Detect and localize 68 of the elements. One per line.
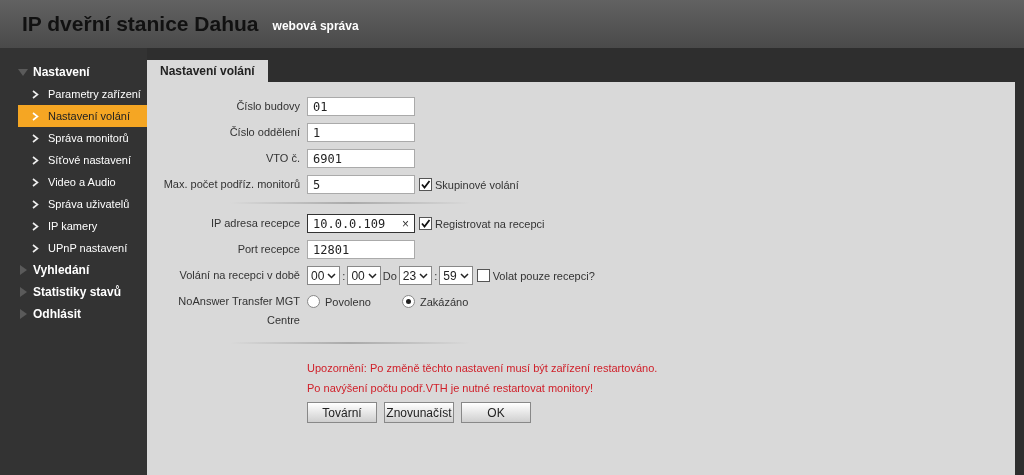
- chevron-icon: [32, 89, 39, 99]
- triangle-icon: [18, 67, 28, 77]
- sidebar-item[interactable]: Správa monitorů: [18, 127, 147, 149]
- separator-text: :: [342, 269, 346, 282]
- field-label: Port recepce: [236, 242, 300, 257]
- checkbox[interactable]: [419, 178, 432, 191]
- triangle-icon: [18, 287, 28, 297]
- field-label: Max. počet podříz. monitorů: [162, 177, 300, 192]
- sidebar-item[interactable]: Statistiky stavů: [18, 281, 147, 303]
- select-field[interactable]: 00: [307, 266, 341, 285]
- sidebar-item[interactable]: Nastavení volání: [18, 105, 147, 127]
- sidebar-item[interactable]: Síťové nastavení: [18, 149, 147, 171]
- input-field[interactable]: 1: [307, 123, 415, 142]
- sidebar-item[interactable]: Parametry zařízení: [18, 83, 147, 105]
- app-subtitle: webová správa: [272, 19, 359, 33]
- input-field[interactable]: 10.0.0.109 ×: [307, 214, 415, 233]
- field-label: Číslo oddělení: [228, 125, 300, 140]
- chevron-icon: [32, 155, 39, 165]
- checkbox-label: Registrovat na recepci: [435, 217, 545, 230]
- radio-button[interactable]: [307, 295, 320, 308]
- checkbox-label: Skupinové volání: [435, 178, 519, 191]
- triangle-icon: [18, 265, 28, 275]
- checkbox[interactable]: [476, 269, 490, 282]
- chevron-icon: [419, 272, 429, 279]
- chevron-icon: [327, 272, 337, 279]
- separator-text: Do: [382, 269, 397, 282]
- form-button[interactable]: Znovunačíst: [384, 402, 454, 423]
- chevron-icon: [32, 221, 39, 231]
- chevron-icon: [32, 111, 39, 121]
- chevron-icon: [367, 272, 377, 279]
- sidebar-item[interactable]: UPnP nastavení: [18, 237, 147, 259]
- radio-button[interactable]: [402, 295, 415, 308]
- triangle-icon: [18, 309, 28, 319]
- field-label: Číslo budovy: [235, 99, 300, 114]
- input-field[interactable]: 5: [307, 175, 415, 194]
- app-title: IP dveřní stanice Dahua: [22, 12, 259, 36]
- sidebar-item[interactable]: Nastavení: [18, 61, 147, 83]
- select-field[interactable]: 23: [398, 266, 433, 285]
- field-label: Volání na recepci v době: [178, 268, 300, 283]
- field-label: IP adresa recepce: [209, 216, 300, 231]
- sidebar-item[interactable]: Odhlásit: [18, 303, 147, 325]
- input-field[interactable]: 6901: [307, 149, 415, 168]
- select-field[interactable]: 00: [347, 266, 381, 285]
- form-button[interactable]: OK: [461, 402, 531, 423]
- field-label: NoAnswer Transfer MGT Centre: [177, 294, 300, 328]
- select-field[interactable]: 59: [439, 266, 473, 285]
- sidebar-item[interactable]: Video a Audio: [18, 171, 147, 193]
- radio-label: Zakázáno: [420, 295, 469, 308]
- sidebar-item[interactable]: Správa uživatelů: [18, 193, 147, 215]
- chevron-icon: [459, 272, 469, 279]
- warning-text: Po navýšení počtu podř.VTH je nutné restartovat monitory!: [307, 381, 595, 396]
- radio-label: Povoleno: [325, 295, 371, 308]
- field-label: VTO č.: [264, 151, 300, 166]
- separator-text: :: [434, 269, 438, 282]
- tab[interactable]: Nastavení volání: [147, 60, 268, 82]
- form-button[interactable]: Tovární: [307, 402, 377, 423]
- input-field[interactable]: 12801: [307, 240, 415, 259]
- clear-icon[interactable]: ×: [402, 216, 409, 231]
- sidebar-item[interactable]: Vyhledání: [18, 259, 147, 281]
- chevron-icon: [32, 243, 39, 253]
- checkbox[interactable]: [419, 217, 432, 230]
- warning-text: Upozornění: Po změně těchto nastavení musí být zařízení restartováno.: [307, 361, 659, 376]
- chevron-icon: [32, 199, 39, 209]
- chevron-icon: [32, 177, 39, 187]
- checkbox-label: Volat pouze recepci?: [492, 269, 595, 282]
- input-field[interactable]: 01: [307, 97, 415, 116]
- chevron-icon: [32, 133, 39, 143]
- sidebar-item[interactable]: IP kamery: [18, 215, 147, 237]
